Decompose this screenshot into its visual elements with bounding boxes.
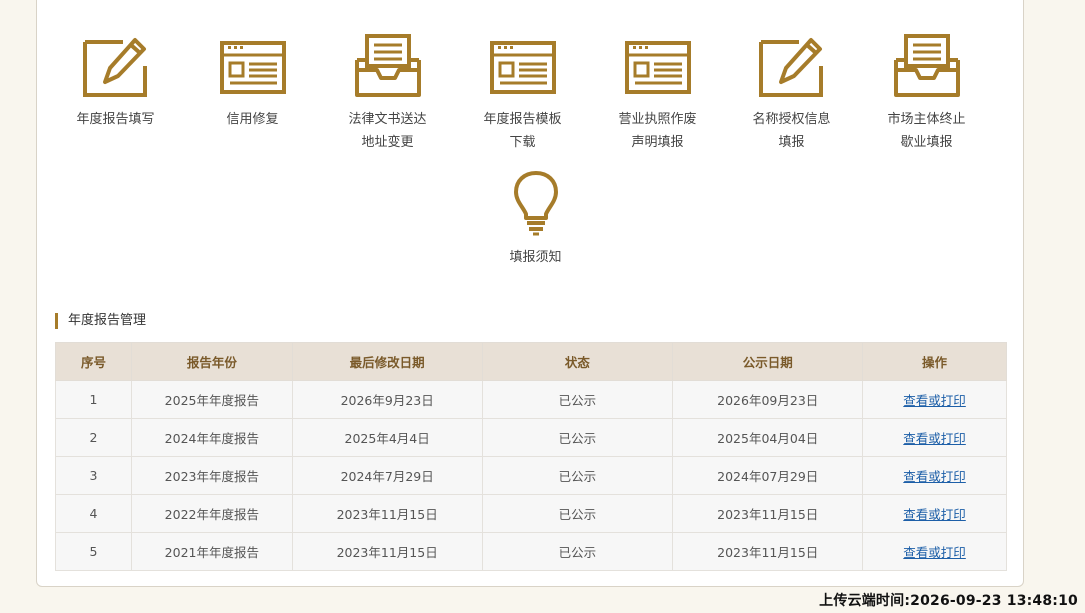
table-cell: 2023年11月15日	[672, 532, 864, 571]
business-termination-button[interactable]: 市场主体终止 歇业填报	[859, 34, 994, 154]
table-cell: 查看或打印	[862, 418, 1007, 457]
inbox-tray-icon	[893, 34, 960, 97]
column-header: 状态	[481, 342, 674, 381]
table-cell: 2023年11月15日	[291, 532, 483, 571]
icon-label-line: 法律文书送达	[348, 112, 427, 127]
pencil-edit-icon	[758, 38, 823, 97]
table-cell: 2024年07月29日	[672, 456, 864, 495]
icon-label: 填报须知	[468, 246, 603, 269]
icon-label: 市场主体终止 歇业填报	[859, 108, 994, 154]
icon-label-line: 歇业填报	[900, 135, 953, 150]
annual-report-fill-button[interactable]: 年度报告填写	[48, 34, 183, 131]
icon-label-line: 声明填报	[631, 135, 684, 150]
table-row: 1 2025年年度报告 2026年9月23日 已公示 2026年09月23日 查…	[55, 380, 1007, 419]
table-cell: 已公示	[481, 494, 674, 533]
icon-label-line: 下载	[509, 135, 536, 150]
table-cell: 1	[55, 380, 132, 419]
icon-label-line: 名称授权信息	[752, 112, 831, 127]
table-cell: 2023年11月15日	[672, 494, 864, 533]
table-cell: 2024年7月29日	[291, 456, 483, 495]
lightbulb-icon	[513, 171, 558, 236]
name-authorization-button[interactable]: 名称授权信息 填报	[724, 34, 859, 154]
icon-label: 年度报告模板 下载	[455, 108, 590, 154]
icon-label-line: 填报	[778, 135, 805, 150]
view-print-link[interactable]: 查看或打印	[903, 431, 966, 446]
table-cell: 2	[55, 418, 132, 457]
view-print-link[interactable]: 查看或打印	[903, 469, 966, 484]
table-cell: 4	[55, 494, 132, 533]
filing-notice-button[interactable]: 填报须知	[468, 170, 603, 269]
pencil-edit-icon	[82, 38, 147, 97]
table-cell: 查看或打印	[862, 456, 1007, 495]
document-window-icon	[489, 41, 556, 94]
icon-label-line: 地址变更	[361, 135, 414, 150]
table-cell: 查看或打印	[862, 380, 1007, 419]
column-header: 最后修改日期	[291, 342, 483, 381]
table-cell: 已公示	[481, 532, 674, 571]
view-print-link[interactable]: 查看或打印	[903, 545, 966, 560]
table-cell: 2022年年度报告	[130, 494, 293, 533]
table-row: 3 2023年年度报告 2024年7月29日 已公示 2024年07月29日 查…	[55, 456, 1007, 495]
table-cell: 2023年11月15日	[291, 494, 483, 533]
icon-label-line: 信用修复	[226, 112, 279, 127]
table-row: 2 2024年年度报告 2025年4月4日 已公示 2025年04月04日 查看…	[55, 418, 1007, 457]
document-window-icon	[624, 41, 691, 94]
icon-label: 营业执照作废 声明填报	[590, 108, 725, 154]
view-print-link[interactable]: 查看或打印	[903, 393, 966, 408]
table-cell: 2025年4月4日	[291, 418, 483, 457]
table-row: 5 2021年年度报告 2023年11月15日 已公示 2023年11月15日 …	[55, 532, 1007, 571]
view-print-link[interactable]: 查看或打印	[903, 507, 966, 522]
table-cell: 2026年09月23日	[672, 380, 864, 419]
inbox-tray-icon	[354, 34, 421, 97]
upload-time: 上传云端时间:2026-09-23 13:48:10	[819, 593, 1078, 609]
license-void-declaration-button[interactable]: 营业执照作废 声明填报	[590, 34, 725, 154]
table-cell: 3	[55, 456, 132, 495]
legal-address-change-button[interactable]: 法律文书送达 地址变更	[320, 34, 455, 154]
icon-label-line: 年度报告模板	[483, 112, 562, 127]
table-cell: 2024年年度报告	[130, 418, 293, 457]
icon-label-line: 年度报告填写	[76, 112, 155, 127]
table-cell: 已公示	[481, 380, 674, 419]
credit-repair-button[interactable]: 信用修复	[185, 34, 320, 131]
report-template-download-button[interactable]: 年度报告模板 下载	[455, 34, 590, 154]
table-header-row: 序号 报告年份 最后修改日期 状态 公示日期 操作	[55, 342, 1007, 381]
icon-label: 名称授权信息 填报	[724, 108, 859, 154]
section-title: 年度报告管理	[55, 313, 146, 329]
table-cell: 2025年年度报告	[130, 380, 293, 419]
table-cell: 查看或打印	[862, 494, 1007, 533]
table-cell: 已公示	[481, 418, 674, 457]
column-header: 公示日期	[672, 342, 864, 381]
table-cell: 查看或打印	[862, 532, 1007, 571]
annual-report-table: 序号 报告年份 最后修改日期 状态 公示日期 操作 1 2025年年度报告 20…	[55, 342, 1007, 571]
icon-label: 法律文书送达 地址变更	[320, 108, 455, 154]
table-cell: 2021年年度报告	[130, 532, 293, 571]
icon-label-line: 市场主体终止	[887, 112, 966, 127]
icon-label: 年度报告填写	[48, 108, 183, 131]
table-cell: 2025年04月04日	[672, 418, 864, 457]
table-cell: 2023年年度报告	[130, 456, 293, 495]
icon-label: 信用修复	[185, 108, 320, 131]
icon-label-line: 营业执照作废	[618, 112, 697, 127]
table-row: 4 2022年年度报告 2023年11月15日 已公示 2023年11月15日 …	[55, 494, 1007, 533]
column-header: 序号	[55, 342, 132, 381]
table-cell: 已公示	[481, 456, 674, 495]
table-cell: 2026年9月23日	[291, 380, 483, 419]
document-window-icon	[219, 41, 286, 94]
column-header: 操作	[862, 342, 1007, 381]
table-cell: 5	[55, 532, 132, 571]
column-header: 报告年份	[130, 342, 293, 381]
icon-label-line: 填报须知	[509, 250, 562, 265]
